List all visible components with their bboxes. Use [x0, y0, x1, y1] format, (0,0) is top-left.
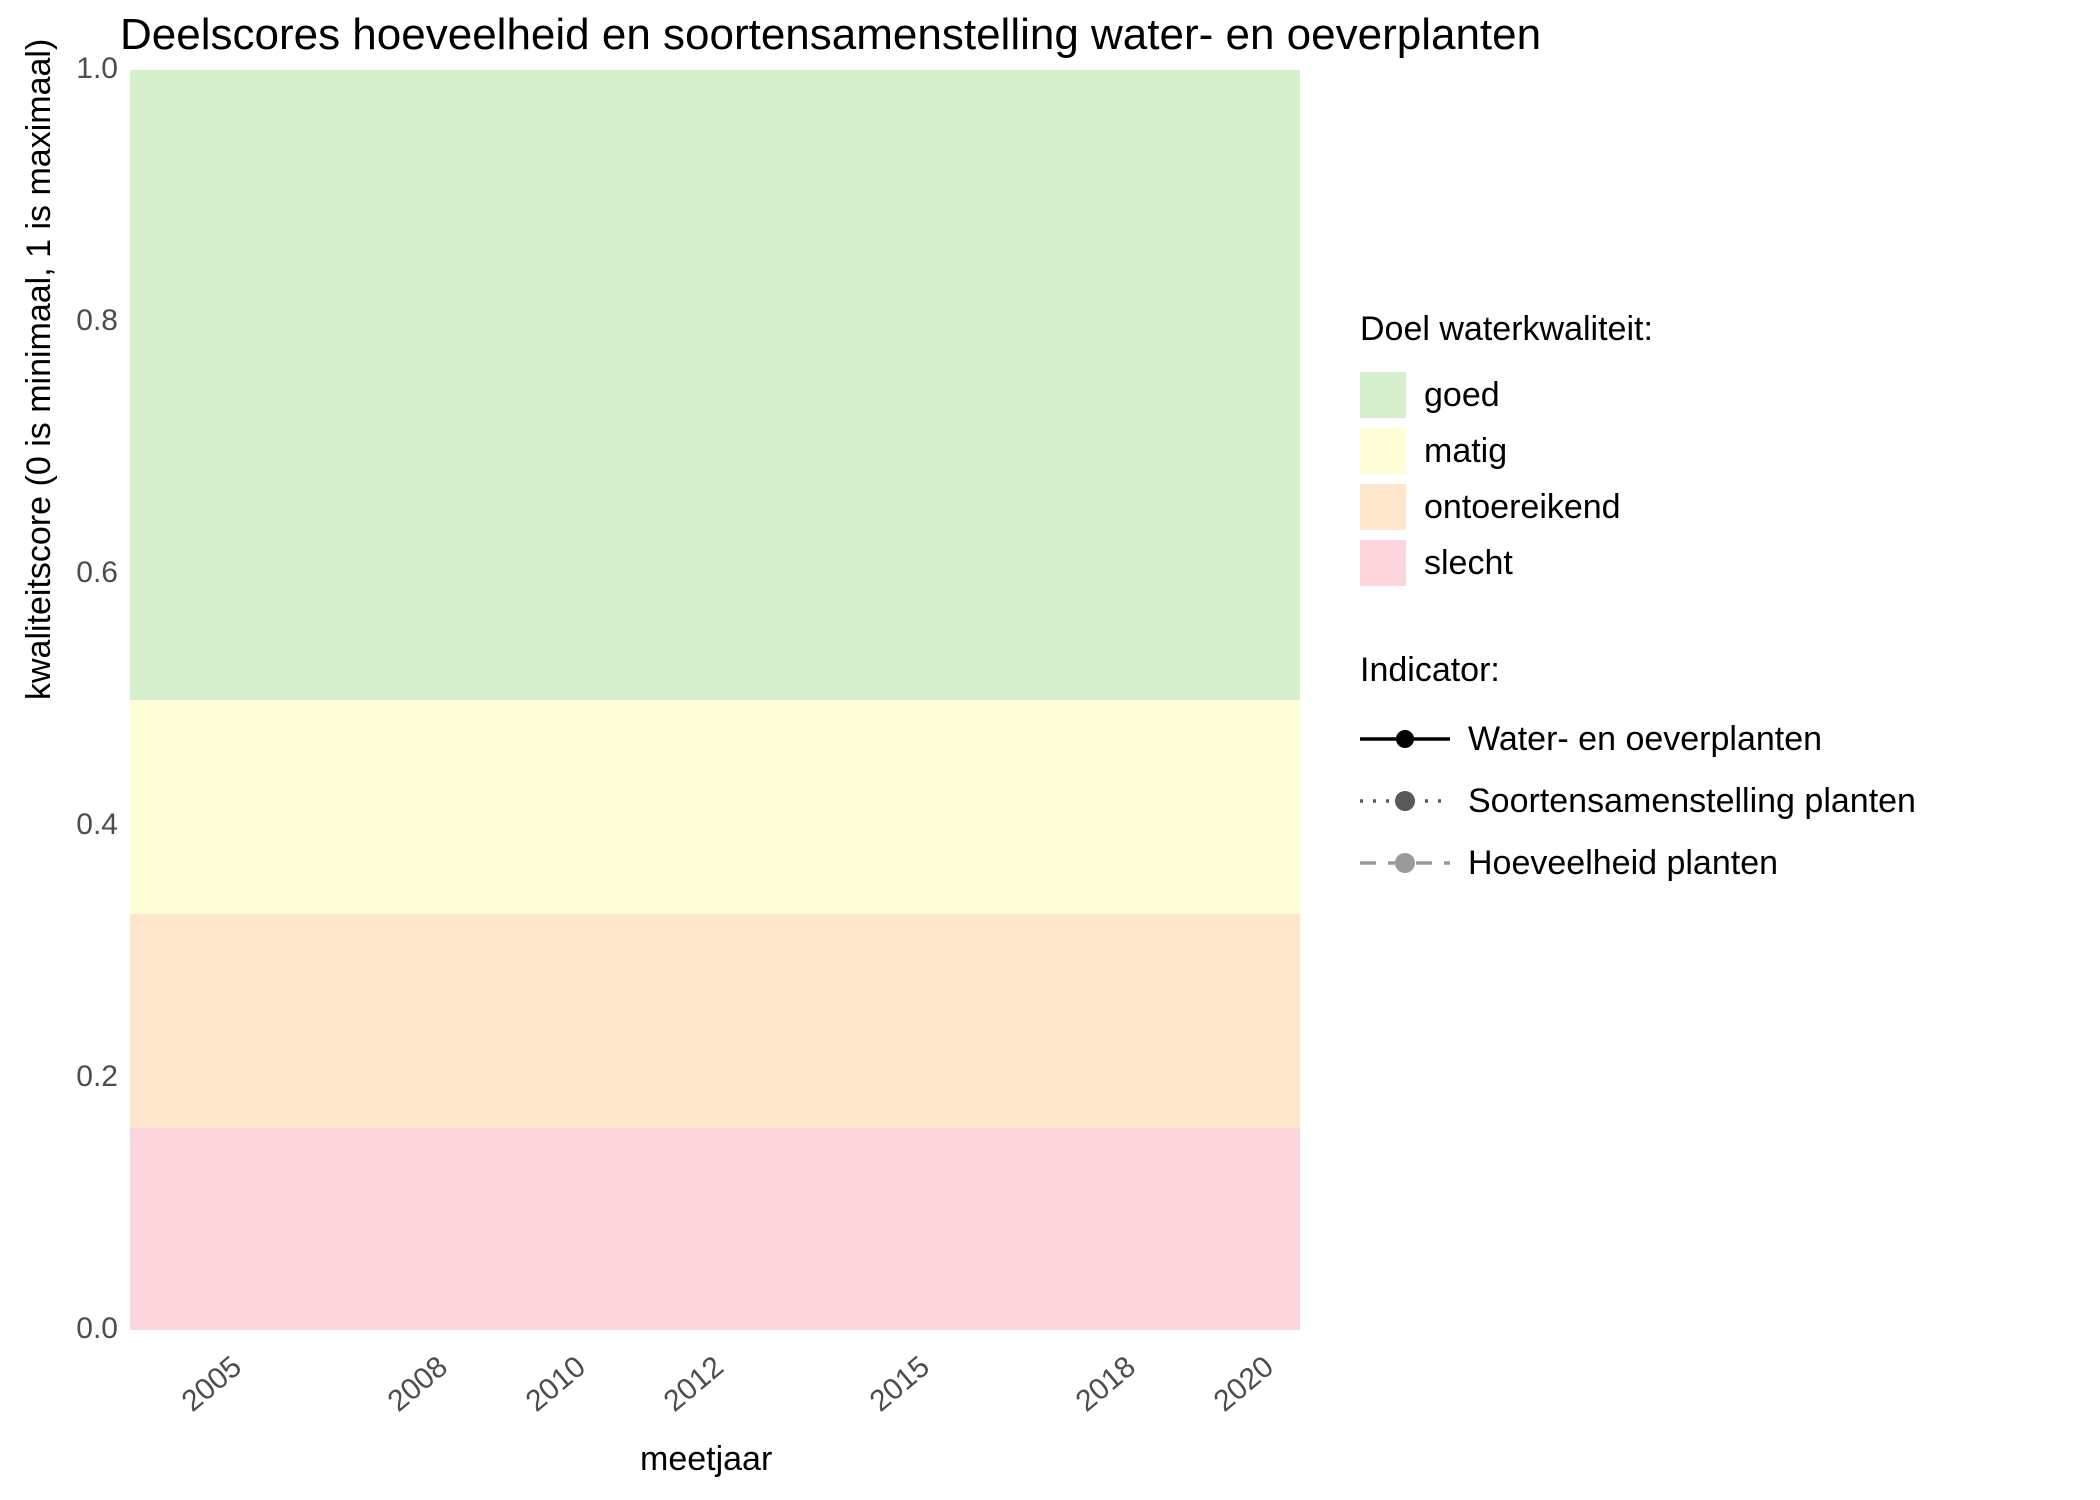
legend-label: Hoeveelheid planten — [1468, 844, 1778, 883]
legend-quality-title: Doel waterkwaliteit: — [1360, 310, 1916, 349]
legend-label: Water- en oeverplanten — [1468, 720, 1822, 759]
band-goed — [130, 70, 1300, 700]
x-tick: 2008 — [382, 1350, 455, 1419]
swatch-icon — [1360, 372, 1406, 418]
swatch-icon — [1360, 540, 1406, 586]
x-axis-label: meetjaar — [640, 1440, 772, 1479]
x-tick: 2005 — [176, 1350, 249, 1419]
plot-panel — [130, 70, 1300, 1330]
legend-label: goed — [1424, 376, 1500, 415]
legend-item-water-oever: Water- en oeverplanten — [1360, 708, 1916, 770]
page-title: Deelscores hoeveelheid en soortensamenst… — [120, 10, 1541, 60]
x-tick: 2010 — [520, 1350, 593, 1419]
legend-indicator-title: Indicator: — [1360, 651, 1916, 690]
y-tick: 0.6 — [38, 556, 118, 590]
legend-label: Soortensamenstelling planten — [1468, 782, 1916, 821]
y-axis-label: kwaliteitscore (0 is minimaal, 1 is maxi… — [20, 39, 59, 700]
band-slecht — [130, 1128, 1300, 1330]
legend-item-goed: goed — [1360, 367, 1916, 423]
x-tick: 2012 — [658, 1350, 731, 1419]
legend-item-ontoereikend: ontoereikend — [1360, 479, 1916, 535]
y-tick: 0.0 — [38, 1312, 118, 1346]
band-matig — [130, 700, 1300, 914]
x-tick: 2018 — [1070, 1350, 1143, 1419]
band-ontoereikend — [130, 914, 1300, 1128]
legend-label: slecht — [1424, 544, 1513, 583]
y-tick: 0.8 — [38, 304, 118, 338]
x-tick: 2020 — [1208, 1350, 1281, 1419]
y-tick: 0.2 — [38, 1060, 118, 1094]
line-sample-icon — [1360, 781, 1450, 821]
x-tick: 2015 — [864, 1350, 937, 1419]
legend-item-matig: matig — [1360, 423, 1916, 479]
legend-item-soorten: Soortensamenstelling planten — [1360, 770, 1916, 832]
legend-label: ontoereikend — [1424, 488, 1621, 527]
legend-item-slecht: slecht — [1360, 535, 1916, 591]
legend-item-hoeveelheid: Hoeveelheid planten — [1360, 832, 1916, 894]
y-tick: 0.4 — [38, 808, 118, 842]
legend-label: matig — [1424, 432, 1507, 471]
swatch-icon — [1360, 428, 1406, 474]
line-sample-icon — [1360, 843, 1450, 883]
swatch-icon — [1360, 484, 1406, 530]
legend: Doel waterkwaliteit: goed matig ontoerei… — [1360, 310, 1916, 894]
y-tick: 1.0 — [38, 52, 118, 86]
line-sample-icon — [1360, 719, 1450, 759]
